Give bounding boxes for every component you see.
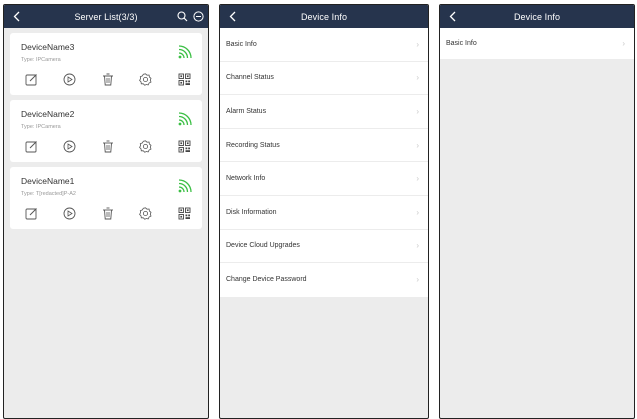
device-card[interactable]: DeviceName2 Type: IPCamera xyxy=(10,100,202,162)
device-actions xyxy=(18,139,196,155)
menu-item-basic-info[interactable]: Basic Info › xyxy=(220,28,428,62)
device-actions xyxy=(18,72,196,88)
device-actions xyxy=(18,206,196,222)
menu-item-change-device-password[interactable]: Change Device Password › xyxy=(220,263,428,297)
trash-icon[interactable] xyxy=(101,206,115,220)
page-title: Device Info xyxy=(513,11,561,22)
header-bar: Server List(3/3) xyxy=(4,5,208,28)
trash-icon[interactable] xyxy=(101,139,115,153)
signal-online-icon xyxy=(178,45,192,59)
play-icon[interactable] xyxy=(62,72,76,86)
header-bar: Device Info xyxy=(220,5,428,28)
menu-item-recording-status[interactable]: Recording Status › xyxy=(220,129,428,163)
page-title: Device Info xyxy=(300,11,348,22)
device-name: DeviceName3 xyxy=(21,42,75,52)
menu-item-label: Recording Status xyxy=(226,141,280,149)
menu-item-basic-info[interactable]: Basic Info › xyxy=(440,28,634,59)
device-name: DeviceName1 xyxy=(21,176,75,186)
device-type: Type: T[redacted]P-A2 xyxy=(21,191,76,197)
chevron-right-icon: › xyxy=(416,106,419,116)
server-list-screen: Server List(3/3) DeviceName3 Type: IPCam… xyxy=(3,4,209,419)
menu-item-label: Basic Info xyxy=(226,40,257,48)
back-chevron-icon[interactable] xyxy=(446,10,458,23)
qr-code-icon[interactable] xyxy=(177,72,191,86)
menu-item-label: Disk Information xyxy=(226,208,277,216)
device-card[interactable]: DeviceName3 Type: IPCamera xyxy=(10,33,202,95)
menu-item-channel-status[interactable]: Channel Status › xyxy=(220,62,428,96)
play-icon[interactable] xyxy=(62,139,76,153)
back-chevron-icon[interactable] xyxy=(226,10,238,23)
edit-icon[interactable] xyxy=(24,72,38,86)
device-info-menu: Basic Info › xyxy=(440,28,634,59)
chevron-right-icon: › xyxy=(416,140,419,150)
device-list: DeviceName3 Type: IPCamera DeviceName2 T… xyxy=(4,28,208,229)
chevron-right-icon: › xyxy=(416,73,419,83)
device-info-screen-limited: Device Info Basic Info › xyxy=(439,4,635,419)
menu-item-label: Alarm Status xyxy=(226,107,267,115)
device-type: Type: IPCamera xyxy=(21,124,61,130)
settings-icon[interactable] xyxy=(139,72,153,86)
device-info-screen: Device Info Basic Info › Channel Status … xyxy=(219,4,429,419)
chevron-right-icon: › xyxy=(416,39,419,49)
menu-item-network-info[interactable]: Network Info › xyxy=(220,162,428,196)
settings-icon[interactable] xyxy=(139,206,153,220)
page-title: Server List(3/3) xyxy=(74,11,138,22)
trash-icon[interactable] xyxy=(101,72,115,86)
qr-code-icon[interactable] xyxy=(177,206,191,220)
menu-item-label: Device Cloud Upgrades xyxy=(226,242,300,250)
device-name: DeviceName2 xyxy=(21,109,75,119)
device-card[interactable]: DeviceName1 Type: T[redacted]P-A2 xyxy=(10,167,202,229)
chevron-right-icon: › xyxy=(416,241,419,251)
chevron-right-icon: › xyxy=(416,174,419,184)
menu-item-alarm-status[interactable]: Alarm Status › xyxy=(220,95,428,129)
menu-item-label: Change Device Password xyxy=(226,276,307,284)
chevron-right-icon: › xyxy=(416,275,419,285)
menu-item-device-cloud-upgrades[interactable]: Device Cloud Upgrades › xyxy=(220,230,428,264)
chevron-right-icon: › xyxy=(416,207,419,217)
device-type: Type: IPCamera xyxy=(21,57,61,63)
menu-item-disk-information[interactable]: Disk Information › xyxy=(220,196,428,230)
qr-code-icon[interactable] xyxy=(177,139,191,153)
edit-icon[interactable] xyxy=(24,139,38,153)
device-info-menu: Basic Info › Channel Status › Alarm Stat… xyxy=(220,28,428,297)
menu-item-label: Channel Status xyxy=(226,74,274,82)
header-bar: Device Info xyxy=(440,5,634,28)
signal-online-icon xyxy=(178,179,192,193)
settings-icon[interactable] xyxy=(139,139,153,153)
menu-item-label: Basic Info xyxy=(446,40,477,47)
search-icon[interactable] xyxy=(176,9,188,23)
edit-icon[interactable] xyxy=(24,206,38,220)
chevron-right-icon: › xyxy=(622,39,625,48)
play-icon[interactable] xyxy=(62,206,76,220)
more-options-icon[interactable] xyxy=(192,9,204,23)
menu-item-label: Network Info xyxy=(226,175,266,183)
back-chevron-icon[interactable] xyxy=(10,10,22,23)
signal-online-icon xyxy=(178,112,192,126)
